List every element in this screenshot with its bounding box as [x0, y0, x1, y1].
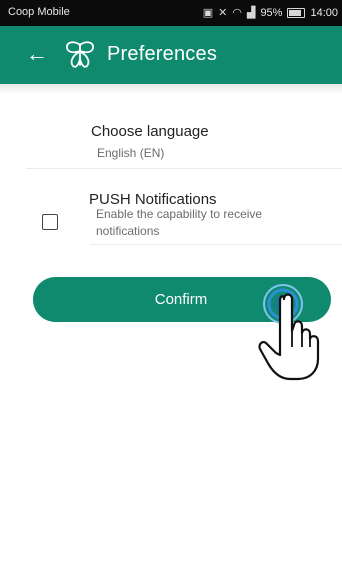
clock: 14:00	[310, 6, 338, 19]
app-bar-shadow	[0, 84, 342, 94]
status-icons: ▣ ✕ ◠ ▟ 95% 14:00	[202, 6, 338, 20]
status-bar: Coop Mobile ▣ ✕ ◠ ▟ 95% 14:00	[0, 0, 342, 26]
wifi-icon: ◠	[232, 7, 242, 19]
carrier-name: Coop Mobile	[8, 6, 70, 18]
divider	[26, 168, 342, 169]
battery-percent: 95%	[260, 6, 283, 19]
language-setting[interactable]: Choose language English (EN)	[0, 112, 342, 168]
push-description: Enable the capability to receive notific…	[96, 207, 263, 238]
push-notifications-setting: PUSH Notifications Enable the capability…	[0, 182, 342, 244]
battery-icon	[287, 7, 306, 18]
confirm-label: Confirm	[154, 291, 208, 308]
push-notifications-checkbox[interactable]	[42, 214, 58, 230]
divider	[90, 244, 342, 245]
signal-icon: ▟	[246, 7, 256, 19]
language-value: English (EN)	[97, 146, 165, 160]
pointing-hand-icon	[258, 293, 320, 381]
butterfly-logo-icon	[66, 41, 94, 68]
nfc-icon: ▣	[202, 7, 214, 19]
mute-icon: ✕	[218, 7, 228, 19]
back-arrow-icon[interactable]: ←	[26, 40, 50, 68]
app-bar: ← Preferences	[0, 26, 342, 84]
language-title: Choose language	[91, 123, 209, 140]
page-title: Preferences	[107, 43, 218, 65]
